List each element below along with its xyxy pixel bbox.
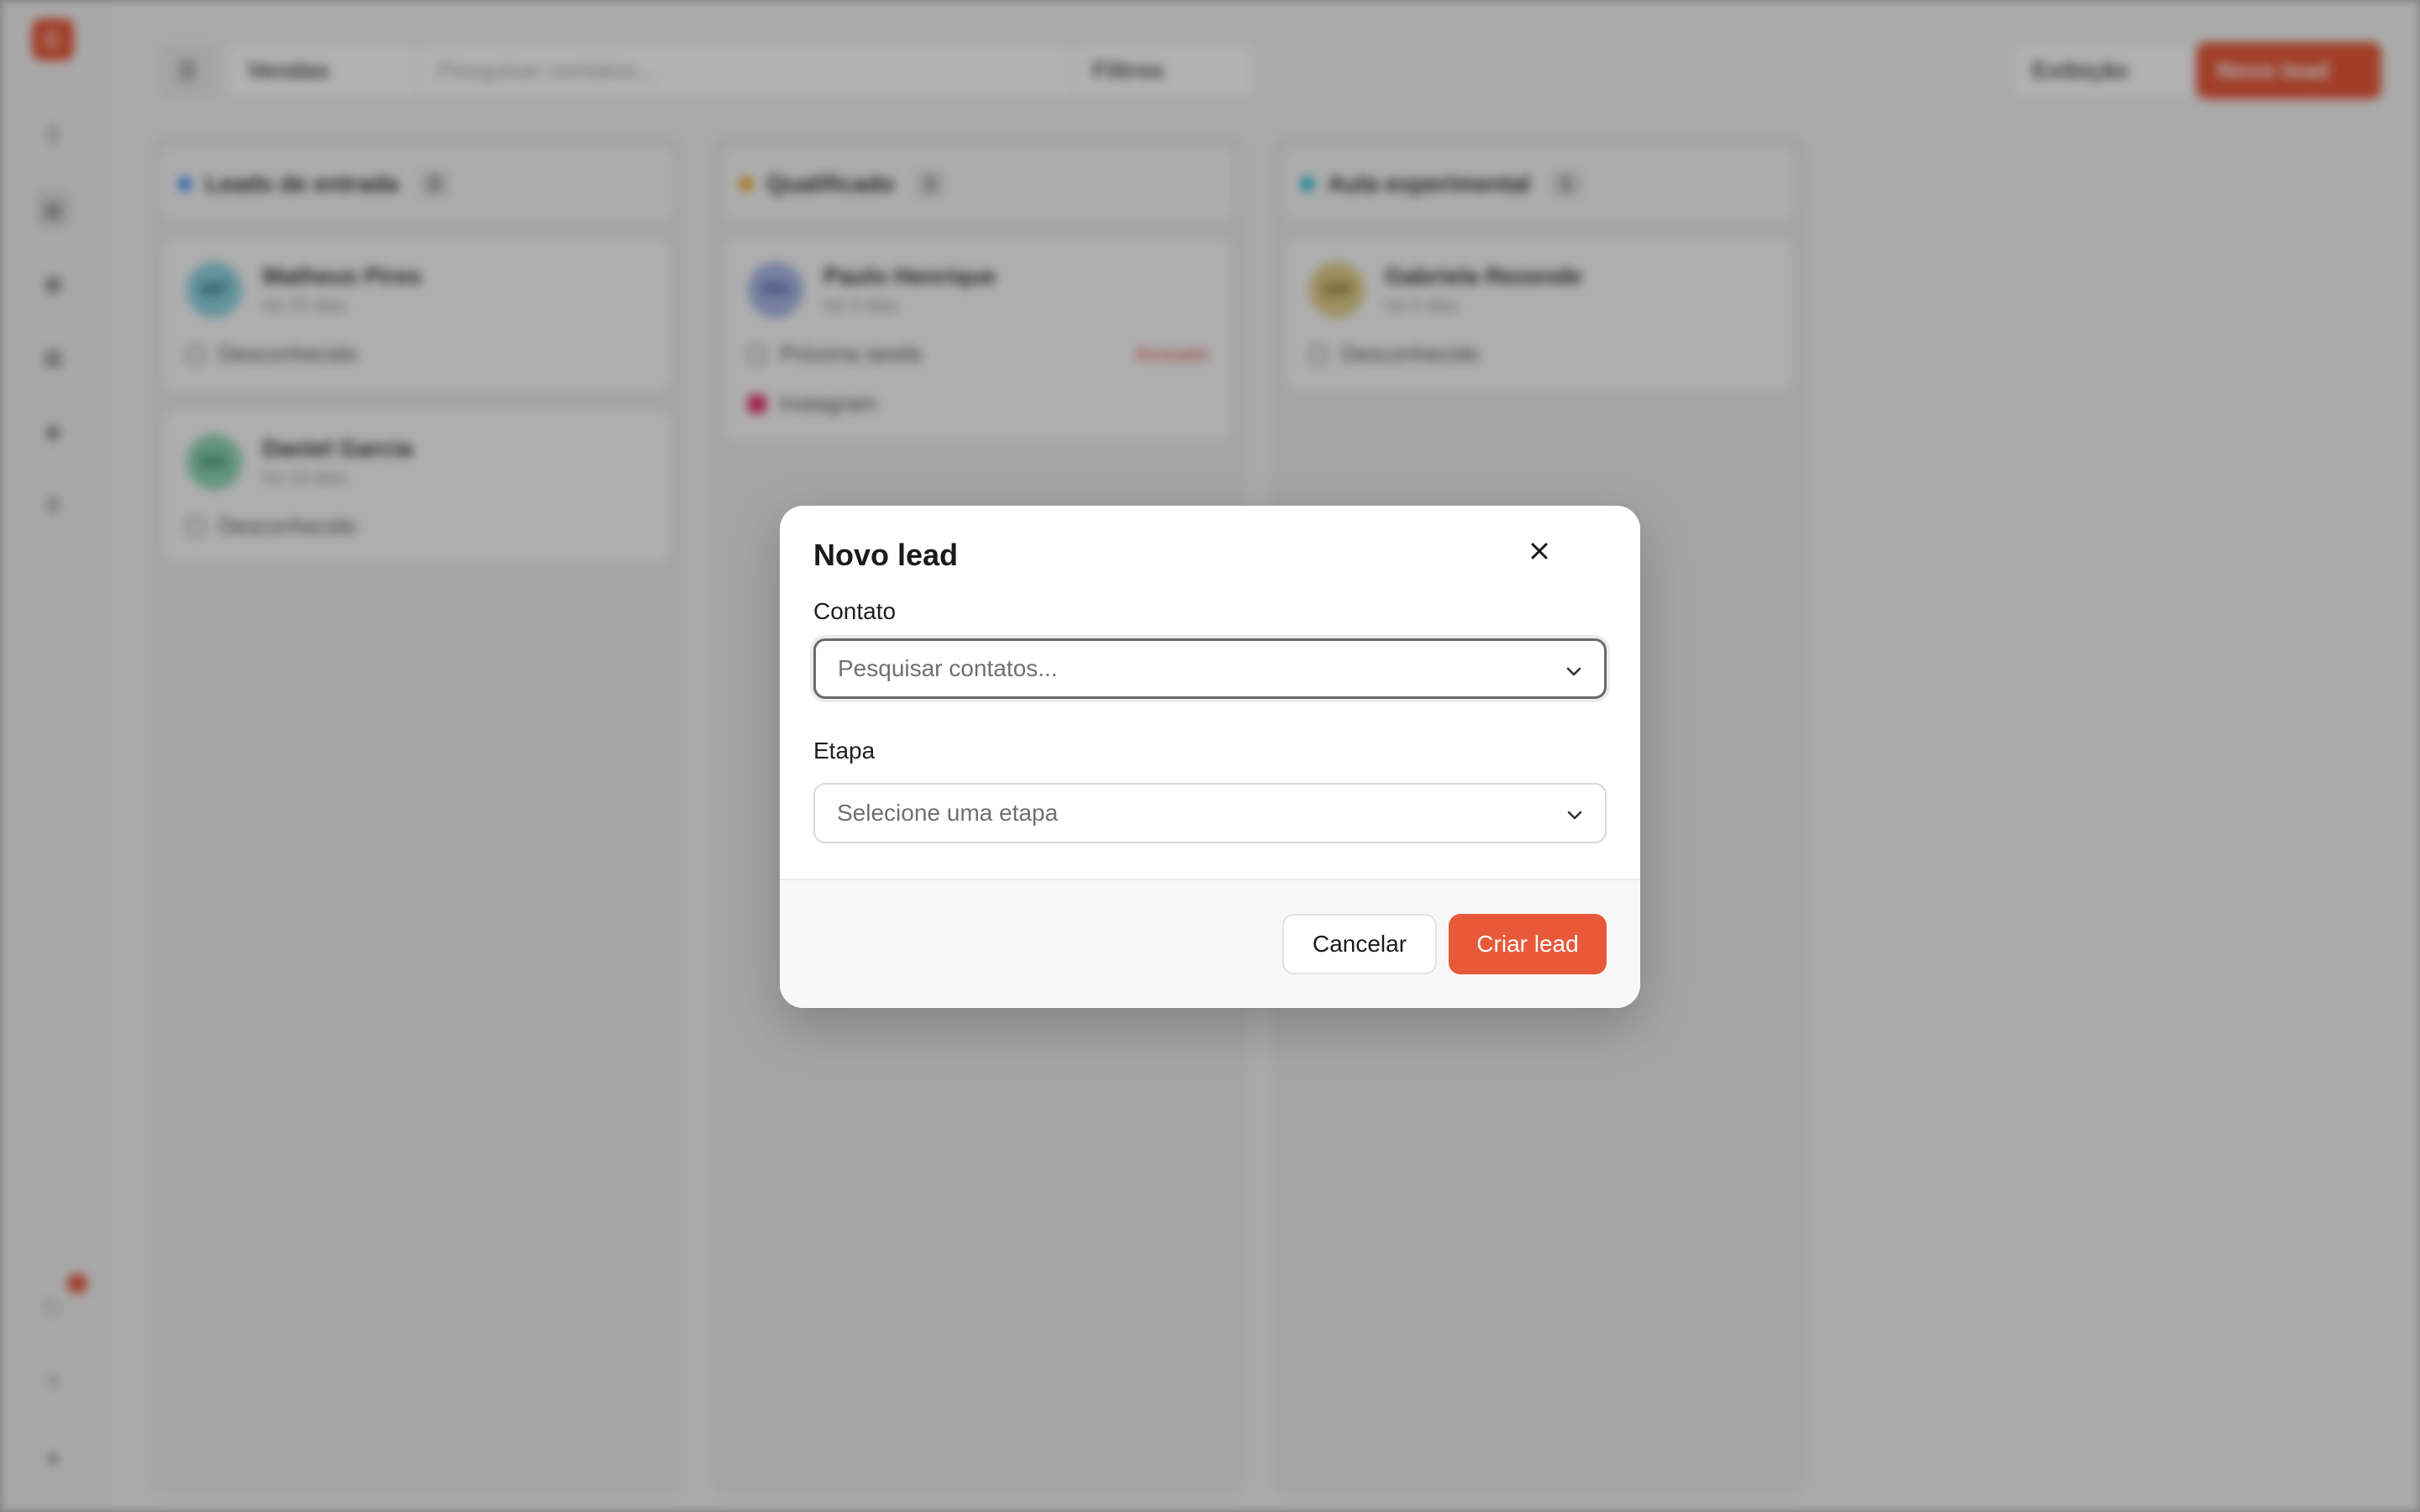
- dialog-footer: Cancelar Criar lead: [780, 879, 1640, 1008]
- close-button[interactable]: [1519, 531, 1560, 571]
- stage-placeholder: Selecione uma etapa: [837, 800, 1059, 826]
- contact-combobox[interactable]: Pesquisar contatos...: [813, 638, 1607, 699]
- contact-placeholder: Pesquisar contatos...: [838, 655, 1058, 681]
- chevron-down-icon: [1567, 811, 1582, 820]
- chevron-down-icon: [1566, 667, 1581, 676]
- cancel-button[interactable]: Cancelar: [1282, 914, 1437, 974]
- dialog-title: Novo lead: [813, 538, 959, 572]
- close-icon: [1531, 543, 1548, 559]
- new-lead-dialog: Novo lead Contato Pesquisar contatos... …: [780, 506, 1640, 1008]
- stage-select[interactable]: Selecione uma etapa: [813, 783, 1607, 843]
- stage-label: Etapa: [813, 738, 876, 764]
- contact-label: Contato: [813, 598, 897, 624]
- create-lead-button[interactable]: Criar lead: [1449, 914, 1607, 974]
